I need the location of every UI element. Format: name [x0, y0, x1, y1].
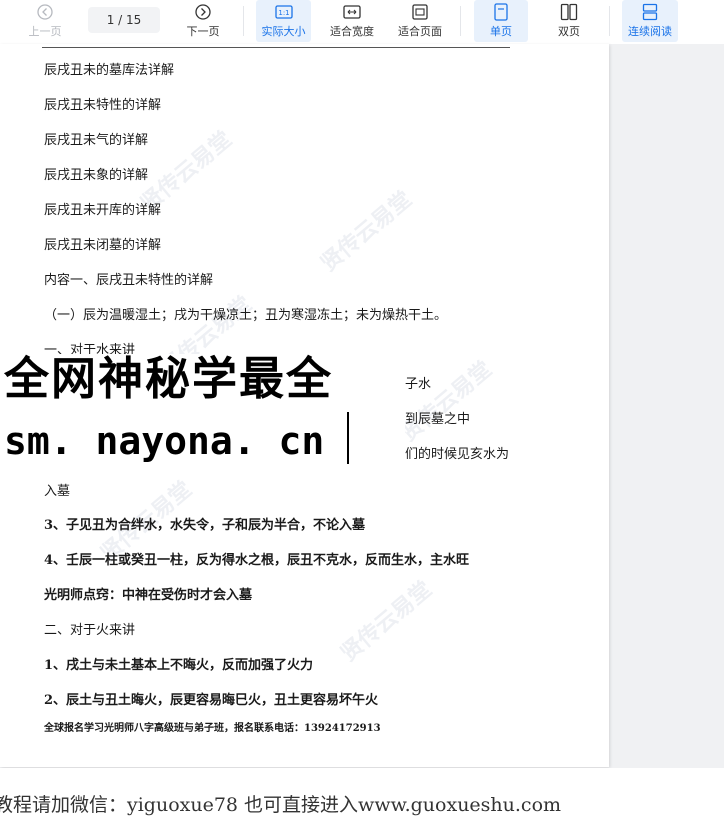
chevron-left-circle-icon: [36, 3, 54, 21]
section-heading: 内容一、辰戌丑未特性的详解: [44, 273, 214, 288]
text-line: 辰戌丑未开库的详解: [44, 203, 162, 218]
text-line: 光明师点窍：中神在受伤时才会入墓: [44, 588, 253, 603]
pdf-viewer: 上一页 1 / 15 下一页 1:1 实际大小 适合宽度 适合页面 单页 双页 …: [0, 0, 724, 831]
toolbar: 上一页 1 / 15 下一页 1:1 实际大小 适合宽度 适合页面 单页 双页 …: [0, 0, 724, 44]
watermark: 贤传云易堂: [316, 186, 417, 277]
section-heading: 二、对于火来讲: [44, 623, 136, 638]
fit-width-button[interactable]: 适合宽度: [324, 0, 380, 42]
text-line: 入墓: [44, 484, 71, 499]
double-page-icon: [560, 3, 578, 21]
actual-size-label: 实际大小: [261, 25, 306, 38]
double-page-button[interactable]: 双页: [542, 0, 596, 42]
overlay-url: sm. nayona. cn: [4, 419, 325, 463]
watermark: 贤传云易堂: [396, 356, 497, 447]
continuous-reading-button[interactable]: 连续阅读: [622, 0, 678, 42]
text-cursor: [347, 412, 349, 464]
text-line: 4、壬辰一柱或癸丑一柱，反为得水之根，辰丑不克水，反而生水，主水旺: [44, 553, 470, 568]
page-header-rule: [42, 47, 510, 48]
text-line: 辰戌丑未闭墓的详解: [44, 238, 162, 253]
text-line: 辰戌丑未特性的详解: [44, 98, 162, 113]
continuous-reading-icon: [641, 3, 659, 21]
single-page-icon: [492, 3, 510, 21]
single-page-label: 单页: [490, 25, 512, 38]
text-line: 子水: [405, 377, 432, 392]
text-line: 们的时候见亥水为: [405, 447, 510, 462]
prev-page-label: 上一页: [28, 25, 62, 38]
text-line: 辰戌丑未象的详解: [44, 168, 149, 183]
actual-size-icon: 1:1: [274, 3, 293, 21]
text-line: 辰戌丑未气的详解: [44, 133, 149, 148]
double-page-label: 双页: [558, 25, 580, 38]
actual-size-button[interactable]: 1:1 实际大小: [256, 0, 311, 42]
text-line: 2、辰土与丑土晦火，辰更容易晦巳火，丑土更容易坏午火: [44, 693, 379, 708]
page-number-input[interactable]: 1 / 15: [88, 7, 160, 33]
continuous-reading-label: 连续阅读: [628, 25, 672, 38]
text-line: （一）辰为温暖湿土；戌为干燥凉土；丑为寒湿冻土；未为燥热干土。: [44, 308, 448, 323]
overlay-title: 全网神秘学最全: [4, 352, 334, 405]
toolbar-divider: [609, 6, 610, 36]
single-page-button[interactable]: 单页: [474, 0, 528, 42]
chevron-right-circle-icon: [194, 3, 212, 21]
next-page-button[interactable]: 下一页: [180, 0, 226, 42]
fit-page-icon: [411, 3, 429, 21]
next-page-label: 下一页: [186, 25, 220, 38]
text-line: 3、子见丑为合绊水，水失令，子和辰为半合，不论入墓: [44, 518, 366, 533]
toolbar-divider: [243, 6, 244, 36]
watermark: 贤传云易堂: [336, 576, 437, 667]
fit-width-label: 适合宽度: [330, 25, 374, 38]
fit-page-button[interactable]: 适合页面: [392, 0, 448, 42]
fit-width-icon: [343, 3, 361, 21]
fit-page-label: 适合页面: [398, 25, 442, 38]
footer-note: 全球报名学习光明师八字高级班与弟子班，报名联系电话：13924172913: [44, 723, 381, 734]
svg-text:1:1: 1:1: [278, 9, 289, 17]
text-line: 1、戌土与未土基本上不晦火，反而加强了火力: [44, 658, 314, 673]
prev-page-button[interactable]: 上一页: [22, 0, 68, 42]
toolbar-divider: [460, 6, 461, 36]
bottom-banner-text: 教程请加微信：yiguoxue78 也可直接进入www.guoxueshu.co…: [0, 794, 562, 816]
text-line: 辰戌丑未的墓库法详解: [44, 63, 175, 78]
text-line: 到辰墓之中: [405, 412, 471, 427]
